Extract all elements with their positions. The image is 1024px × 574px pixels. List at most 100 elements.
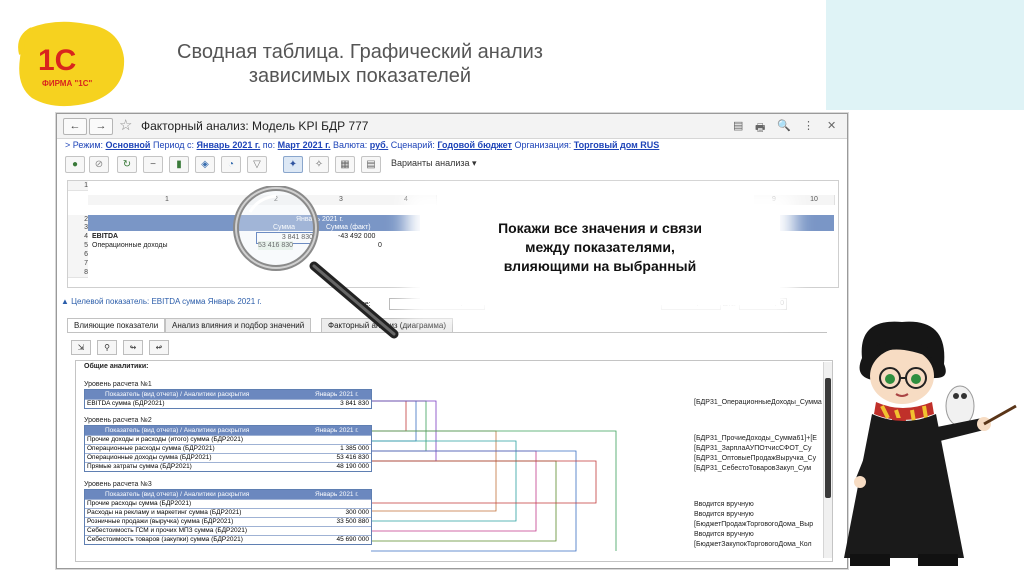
- row-value: 300 000: [345, 509, 370, 516]
- expand-icon[interactable]: ▮: [169, 156, 189, 173]
- org-label: Организация:: [511, 140, 574, 150]
- back-button[interactable]: ←: [63, 118, 87, 135]
- col-month: Январь 2021 г.: [315, 391, 359, 398]
- row-value: 53 416 830: [336, 454, 369, 461]
- col-indicator: Показатель (вид отчета) / Аналитики раск…: [105, 427, 250, 434]
- callout-line-2: между показателями,: [525, 239, 675, 255]
- cube-icon[interactable]: ◈: [195, 156, 215, 173]
- org-link[interactable]: Торговый дом RUS: [574, 140, 660, 150]
- tab-influencing[interactable]: Влияющие показатели: [67, 318, 166, 332]
- link-icon[interactable]: ↬: [123, 340, 143, 355]
- decorative-panel: [826, 0, 1024, 110]
- more-menu-icon[interactable]: ⋮: [803, 119, 814, 132]
- table-header: Показатель (вид отчета) / Аналитики раск…: [85, 390, 371, 399]
- row-name: Прямые затраты сумма (БДР2021): [87, 463, 192, 470]
- vertical-scrollbar[interactable]: [823, 362, 832, 558]
- search-icon[interactable]: 🔍: [777, 119, 791, 132]
- col-header: 1: [88, 195, 247, 205]
- formula-label: [БюджетЗакупокТорговогоДома_Кол: [694, 541, 812, 548]
- col-month: Январь 2021 г.: [315, 427, 359, 434]
- table-row[interactable]: Операционные доходы сумма (БДР2021) 53 41…: [85, 453, 371, 462]
- row-value: 48 190 000: [336, 463, 369, 470]
- chevron-down-icon: ▾: [472, 158, 477, 168]
- currency-link[interactable]: руб.: [370, 140, 388, 150]
- row-name: Себестоимость ГСМ и прочих МПЗ сумма (БД…: [87, 527, 247, 534]
- filter-icon[interactable]: ▽: [247, 156, 267, 173]
- col-indicator: Показатель (вид отчета) / Аналитики раск…: [105, 491, 250, 498]
- scenario-link[interactable]: Годовой бюджет: [437, 140, 512, 150]
- table-header: Показатель (вид отчета) / Аналитики раск…: [85, 490, 371, 499]
- print-icon[interactable]: 🖶: [755, 119, 765, 138]
- table-header: Показатель (вид отчета) / Аналитики раск…: [85, 426, 371, 435]
- table-row[interactable]: Себестоимость товаров (закупки) сумма (Б…: [85, 535, 371, 544]
- wizard-character-icon: [844, 321, 1017, 566]
- row-value: 33 500 880: [336, 518, 369, 525]
- level3-title: Уровень расчета №3: [84, 481, 152, 488]
- variants-icon[interactable]: ▤: [361, 156, 381, 173]
- scrollbar-thumb[interactable]: [825, 378, 831, 498]
- favorite-star-icon[interactable]: ☆: [119, 116, 132, 134]
- table-row[interactable]: Операционные расходы сумма (БДР2021) 1 38…: [85, 444, 371, 453]
- table-row[interactable]: Розничные продажи (выручка) сумма (БДР20…: [85, 517, 371, 526]
- app-window: ← → ☆ Факторный анализ: Модель KPI БДР 7…: [56, 113, 848, 569]
- logo-firm: ФИРМА "1С": [42, 79, 92, 88]
- row-name: Себестоимость товаров (закупки) сумма (Б…: [87, 536, 243, 543]
- firm-1c-logo: 1С ФИРМА "1С": [18, 21, 125, 107]
- row-label-ebitda: EBITDA: [92, 233, 119, 240]
- period-to-link[interactable]: Март 2021 г.: [278, 140, 331, 150]
- period-from-link[interactable]: Январь 2021 г.: [197, 140, 261, 150]
- table-row[interactable]: Себестоимость ГСМ и прочих МПЗ сумма (БД…: [85, 526, 371, 535]
- refresh-icon[interactable]: ↻: [117, 156, 137, 173]
- analysis-pin-icon[interactable]: ✦: [283, 156, 303, 173]
- level2-table: Показатель (вид отчета) / Аналитики раск…: [84, 425, 372, 472]
- period-label: Период с:: [150, 140, 197, 150]
- formula-label: [БДР31_ОперационныеДоходы_Сумма: [694, 399, 822, 406]
- level2-title: Уровень расчета №2: [84, 417, 152, 424]
- variants-dropdown[interactable]: Варианты анализа ▾: [391, 158, 477, 169]
- table-row[interactable]: Расходы на рекламу и маркетинг сумма (БД…: [85, 508, 371, 517]
- slide-title: Сводная таблица. Графический анализ зави…: [177, 41, 543, 87]
- chart-icon[interactable]: ◔: [221, 156, 241, 173]
- list-icon[interactable]: ▦: [335, 156, 355, 173]
- period-to-label: по:: [260, 140, 278, 150]
- level3-table: Показатель (вид отчета) / Аналитики раск…: [84, 489, 372, 545]
- row-value: 3 841 830: [340, 400, 369, 407]
- save-icon[interactable]: ▤: [733, 119, 743, 132]
- row-name: Розничные продажи (выручка) сумма (БДР20…: [87, 518, 234, 525]
- table-row[interactable]: Прочие доходы и расходы (итого) сумма (Б…: [85, 435, 371, 444]
- row-name: Прочие доходы и расходы (итого) сумма (Б…: [87, 436, 243, 443]
- tab-divider: [67, 332, 827, 333]
- table-row[interactable]: EBITDA сумма (БДР2021) 3 841 830: [85, 399, 371, 408]
- row-number: 8: [68, 268, 88, 278]
- influence-diagram: Общие аналитики: Уровень расчета №1 Пока…: [75, 360, 833, 562]
- parameters-line[interactable]: > Режим: Основной Период с: Январь 2021 …: [65, 140, 659, 150]
- collapse-icon[interactable]: −: [143, 156, 163, 173]
- row-name: Прочие расходы сумма (БДР2021): [87, 500, 192, 507]
- formula-label: [БДР31_СебестоТоваровЗакуп_Сум: [694, 465, 812, 472]
- close-icon[interactable]: ✕: [827, 119, 836, 132]
- formula-label: [БДР31_ОптовыеПродажВыручка_Су: [694, 455, 817, 462]
- table-row[interactable]: Прямые затраты сумма (БДР2021) 48 190 000: [85, 462, 371, 471]
- mode-link[interactable]: Основной: [106, 140, 151, 150]
- logo-brand: 1С: [38, 44, 76, 77]
- col-header: 10: [794, 195, 835, 205]
- unlink-icon[interactable]: ↫: [149, 340, 169, 355]
- callout-line-1: Покажи все значения и связи: [498, 220, 702, 236]
- export-icon[interactable]: ⇲: [71, 340, 91, 355]
- level1-title: Уровень расчета №1: [84, 381, 152, 388]
- window-titlebar: ← → ☆ Факторный анализ: Модель KPI БДР 7…: [57, 114, 847, 139]
- variants-label: Варианты анализа: [391, 158, 470, 168]
- cancel-icon[interactable]: ⊘: [89, 156, 109, 173]
- row-number: 1: [68, 181, 88, 191]
- scenario-label: Сценарий:: [388, 140, 438, 150]
- callout-text: Покажи все значения и связи между показа…: [420, 219, 780, 276]
- zoom-icon[interactable]: ⚲: [97, 340, 117, 355]
- pin-icon[interactable]: ✧: [309, 156, 329, 173]
- table-row[interactable]: Прочие расходы сумма (БДР2021): [85, 499, 371, 508]
- callout-line-3: влияющими на выбранный: [503, 258, 697, 274]
- row-name: EBITDA сумма (БДР2021): [87, 400, 165, 407]
- apply-icon[interactable]: ●: [65, 156, 85, 173]
- col-indicator: Показатель (вид отчета) / Аналитики раск…: [105, 391, 250, 398]
- window-title: Факторный анализ: Модель KPI БДР 777: [141, 119, 369, 133]
- forward-button[interactable]: →: [89, 118, 113, 135]
